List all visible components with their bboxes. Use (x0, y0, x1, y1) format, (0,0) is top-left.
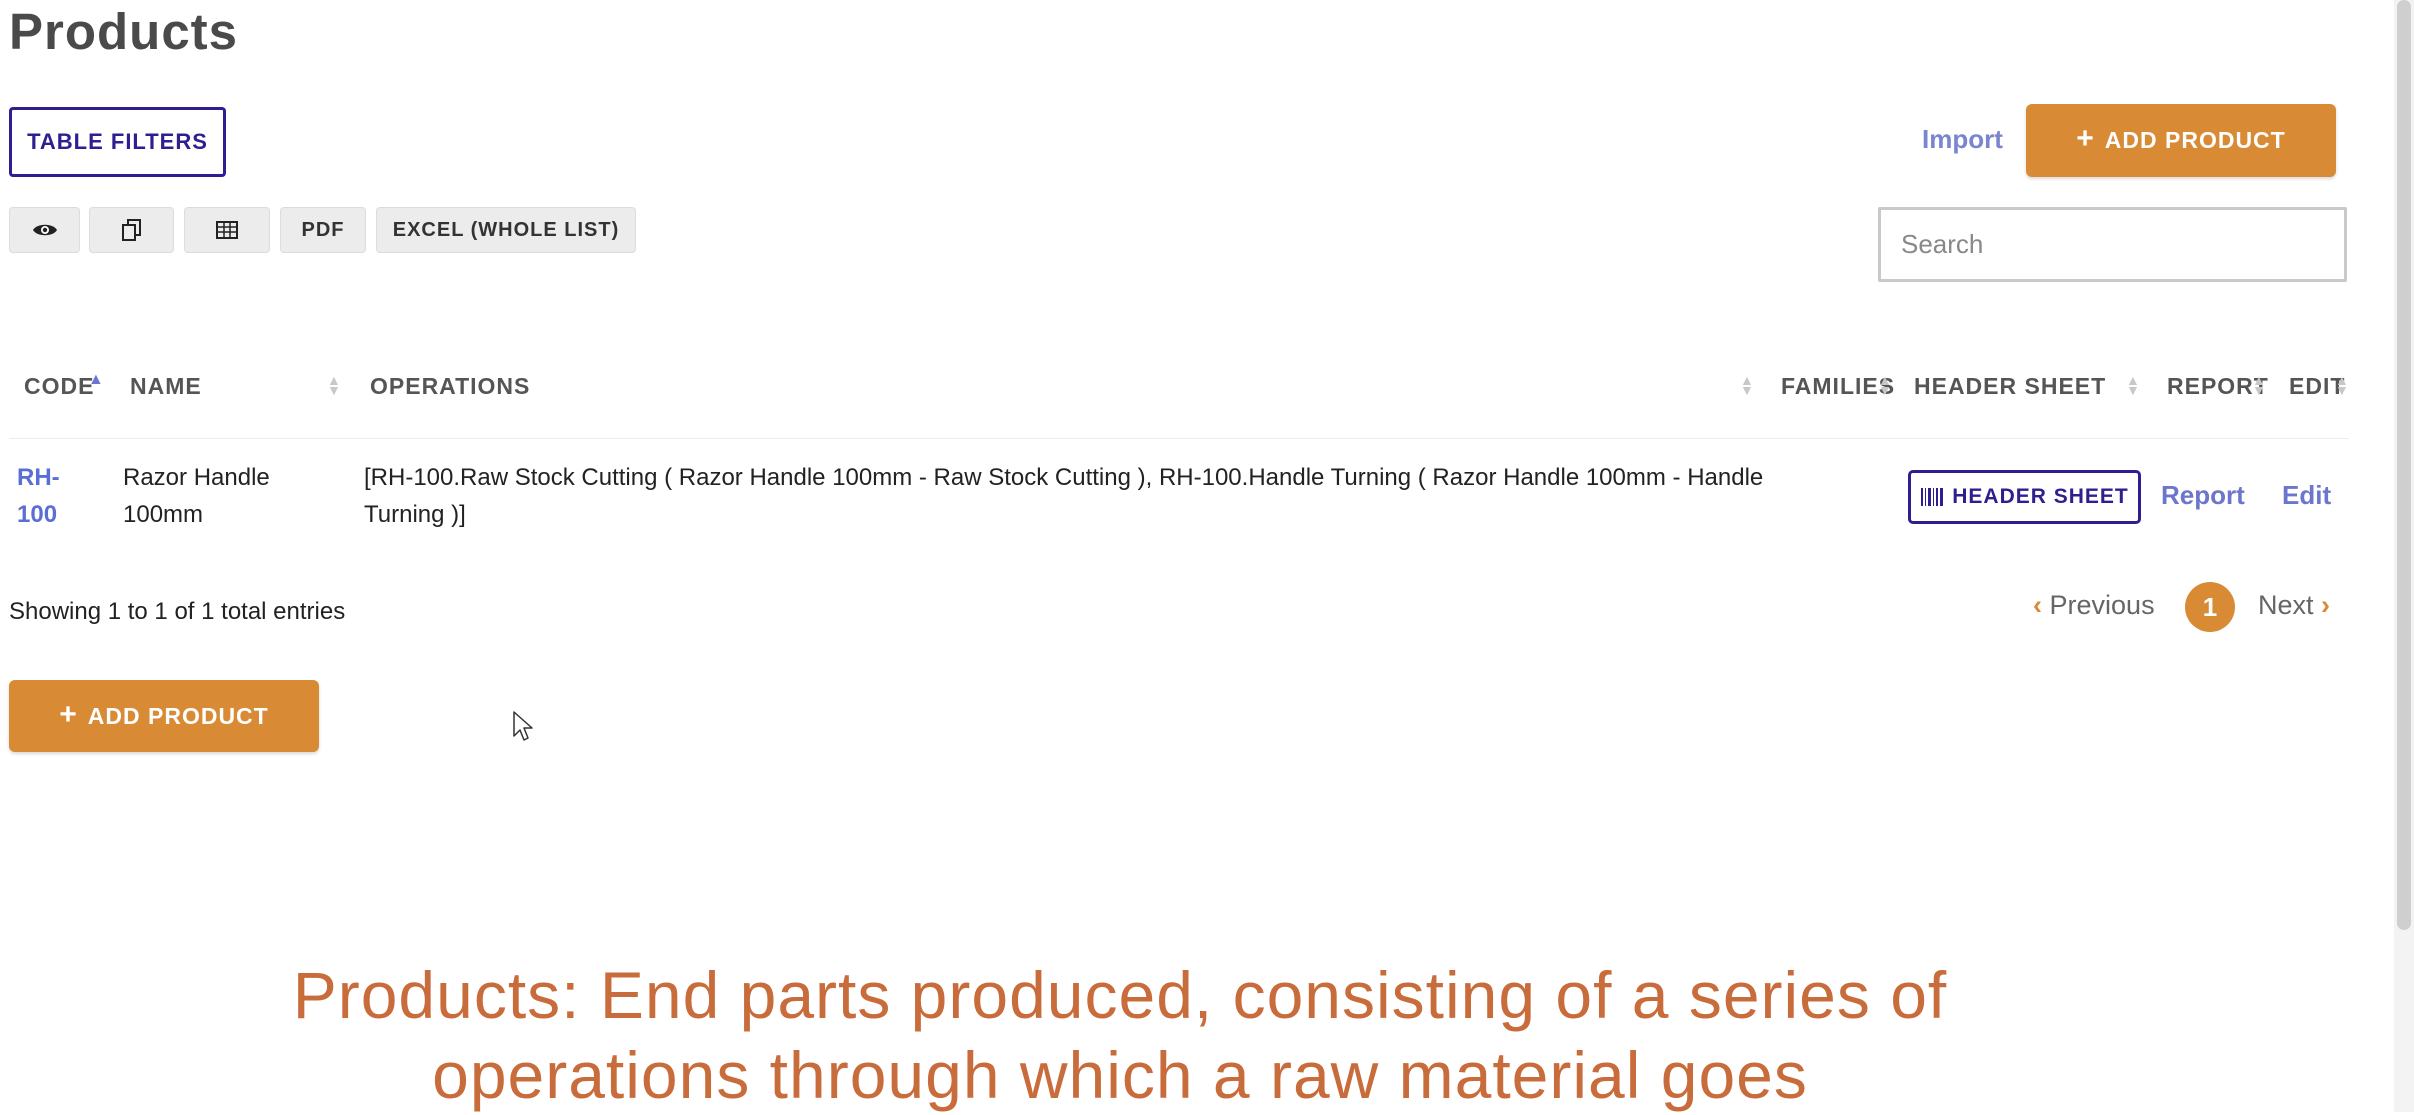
report-link[interactable]: Report (2161, 480, 2245, 511)
import-link[interactable]: Import (1922, 124, 2003, 155)
column-operations-label: OPERATIONS (370, 373, 531, 399)
previous-page-button[interactable]: ‹ Previous (2033, 590, 2155, 621)
column-header-name[interactable]: NAME (130, 373, 202, 400)
next-page-button[interactable]: Next › (2258, 590, 2330, 621)
sort-icon: ▲ ▼ (327, 372, 341, 398)
entries-info: Showing 1 to 1 of 1 total entries (9, 598, 346, 625)
product-code-link[interactable]: RH- 100 (17, 459, 60, 533)
page-number-button[interactable]: 1 (2185, 582, 2235, 632)
chevron-right-icon: › (2321, 590, 2331, 620)
edit-link[interactable]: Edit (2282, 480, 2331, 511)
caption-text: Products: End parts produced, consisting… (0, 955, 2240, 1115)
product-name: Razor Handle 100mm (123, 464, 270, 528)
sort-icon: ▲ ▼ (2252, 372, 2266, 398)
eye-icon (32, 224, 57, 236)
chevron-left-icon: ‹ (2033, 590, 2042, 620)
header-sheet-button[interactable]: HEADER SHEET (1908, 470, 2141, 524)
copy-button[interactable] (89, 207, 174, 253)
pdf-button[interactable]: PDF (280, 207, 366, 253)
search-input[interactable]: Search (1878, 207, 2347, 282)
column-visibility-button[interactable] (9, 207, 80, 253)
previous-label: Previous (2049, 590, 2155, 620)
add-product-button[interactable]: + ADD PRODUCT (2026, 104, 2336, 177)
sort-icon: ▲ ▼ (1740, 372, 1754, 398)
sort-icon: ▲ ▼ (1878, 372, 1892, 398)
table-filters-button[interactable]: TABLE FILTERS (9, 107, 226, 177)
excel-button[interactable]: EXCEL (WHOLE LIST) (376, 207, 636, 253)
next-label: Next (2258, 590, 2314, 620)
column-header-operations[interactable]: OPERATIONS (370, 373, 530, 400)
caption-line-2: operations through which a raw material … (432, 1038, 1808, 1112)
add-product-bottom-button[interactable]: + ADD PRODUCT (9, 680, 319, 752)
sort-icon: ▲ ▼ (2126, 372, 2140, 398)
column-header-header-sheet[interactable]: HEADER SHEET (1914, 373, 2106, 400)
plus-icon: + (2076, 122, 2095, 155)
scrollbar-thumb[interactable] (2397, 0, 2411, 930)
column-name-label: NAME (130, 373, 202, 399)
caption-line-1: Products: End parts produced, consisting… (292, 958, 1948, 1032)
add-product-label: ADD PRODUCT (2104, 127, 2286, 153)
sort-icon: ▲ ▼ (2335, 372, 2349, 398)
mouse-cursor-icon (513, 711, 533, 741)
sort-ascending-icon: ▲ (88, 371, 104, 388)
barcode-icon (1921, 488, 1944, 506)
search-placeholder: Search (1901, 229, 1984, 259)
column-header-sheet-label: HEADER SHEET (1914, 373, 2107, 399)
page-title: Products (9, 3, 239, 60)
table-icon (216, 221, 238, 239)
csv-button[interactable] (184, 207, 270, 253)
header-divider (9, 438, 2349, 439)
product-operations: [RH-100.Raw Stock Cutting ( Razor Handle… (364, 464, 1764, 528)
header-sheet-label: HEADER SHEET (1952, 485, 2129, 508)
copy-icon (121, 219, 141, 241)
column-header-code[interactable]: CODE (24, 373, 94, 400)
add-product-bottom-label: ADD PRODUCT (87, 702, 269, 729)
column-code-label: CODE (24, 373, 95, 399)
plus-icon: + (59, 697, 78, 731)
